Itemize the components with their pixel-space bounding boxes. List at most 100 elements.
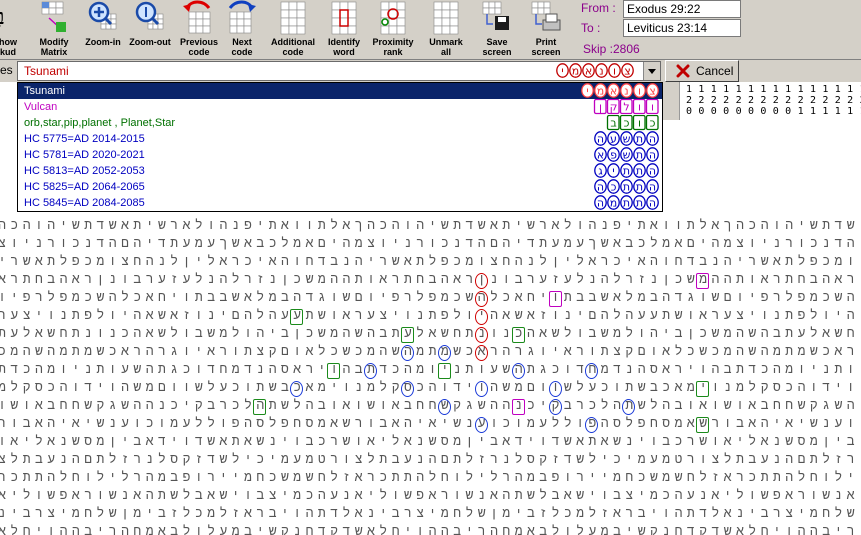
- matrix-letter[interactable]: ן: [820, 434, 832, 449]
- matrix-letter[interactable]: ו: [304, 218, 316, 233]
- matrix-letter[interactable]: ר: [673, 362, 685, 377]
- matrix-letter[interactable]: ם: [439, 452, 451, 467]
- matrix-letter[interactable]: פ: [611, 218, 623, 233]
- matrix-letter[interactable]: ל: [119, 290, 131, 305]
- matrix-letter[interactable]: ר: [796, 488, 808, 503]
- matrix-letter[interactable]: י: [537, 398, 549, 413]
- matrix-letter[interactable]: ל: [181, 524, 193, 535]
- matrix-letter[interactable]: ש: [636, 380, 648, 395]
- matrix-letter[interactable]: ו: [722, 416, 734, 431]
- matrix-letter[interactable]: ו: [808, 380, 820, 395]
- matrix-letter[interactable]: ב: [722, 362, 734, 377]
- matrix-letter[interactable]: י: [537, 290, 549, 305]
- matrix-letter[interactable]: ה: [599, 308, 611, 323]
- matrix-letter[interactable]: ז: [537, 506, 549, 521]
- matrix-letter[interactable]: ל: [586, 506, 598, 521]
- matrix-letter[interactable]: ן: [660, 272, 672, 287]
- matrix-letter[interactable]: ש: [808, 416, 820, 431]
- matrix-letter[interactable]: נ: [107, 326, 119, 341]
- matrix-letter[interactable]: ש: [599, 290, 611, 305]
- matrix-letter[interactable]: פ: [390, 290, 402, 305]
- matrix-letter[interactable]: ה: [144, 470, 156, 485]
- matrix-letter[interactable]: ח: [623, 470, 635, 485]
- matrix-letter[interactable]: מ: [45, 362, 57, 377]
- matrix-letter[interactable]: ה: [291, 290, 303, 305]
- matrix-letter[interactable]: מ: [636, 452, 648, 467]
- matrix-letter[interactable]: ו: [451, 488, 463, 503]
- matrix-letter[interactable]: ת: [21, 272, 33, 287]
- matrix-letter[interactable]: א: [759, 272, 771, 287]
- matrix-letter[interactable]: ל: [377, 488, 389, 503]
- matrix-letter[interactable]: מ: [574, 506, 586, 521]
- matrix-letter[interactable]: ד: [205, 362, 217, 377]
- matrix-letter[interactable]: י: [623, 452, 635, 467]
- matrix-letter[interactable]: ח: [771, 398, 783, 413]
- matrix-letter[interactable]: כ: [304, 488, 316, 503]
- matrix-letter[interactable]: ת: [783, 326, 795, 341]
- matrix-letter[interactable]: י: [832, 434, 844, 449]
- matrix-letter[interactable]: ל: [414, 290, 426, 305]
- matrix-letter[interactable]: כ: [746, 470, 758, 485]
- matrix-letter[interactable]: ה: [845, 308, 857, 323]
- matrix-letter[interactable]: י: [242, 452, 254, 467]
- matrix-letter[interactable]: ל: [832, 506, 844, 521]
- next-code-button[interactable]: Next code: [222, 0, 262, 60]
- previous-code-button[interactable]: Previous code: [176, 0, 222, 60]
- matrix-letter[interactable]: ז: [832, 452, 844, 467]
- matrix-letter[interactable]: כ: [168, 398, 180, 413]
- matrix-letter[interactable]: ח: [58, 326, 70, 341]
- matrix-letter[interactable]: ש: [205, 434, 217, 449]
- matrix-letter[interactable]: ה: [796, 380, 808, 395]
- matrix-letter[interactable]: א: [353, 488, 365, 503]
- matrix-letter[interactable]: נ: [267, 434, 279, 449]
- matrix-letter[interactable]: ך: [353, 218, 365, 233]
- matrix-letter[interactable]: א: [746, 398, 758, 413]
- matrix-letter[interactable]: ה: [709, 236, 721, 251]
- matrix-letter[interactable]: מ: [58, 344, 70, 359]
- matrix-letter[interactable]: ח: [685, 470, 697, 485]
- matrix-letter[interactable]: ד: [205, 452, 217, 467]
- matrix-letter[interactable]: ו: [181, 434, 193, 449]
- matrix-letter[interactable]: א: [611, 236, 623, 251]
- matrix-letter[interactable]: ב: [648, 290, 660, 305]
- matrix-letter[interactable]: ה: [328, 272, 340, 287]
- matrix-letter[interactable]: א: [845, 488, 857, 503]
- matrix-letter[interactable]: ק: [390, 380, 402, 395]
- matrix-letter[interactable]: כ: [8, 218, 20, 233]
- matrix-letter[interactable]: א: [131, 488, 143, 503]
- matrix-letter[interactable]: ב: [254, 488, 266, 503]
- matrix-letter[interactable]: ע: [119, 362, 131, 377]
- matrix-letter[interactable]: ל: [181, 488, 193, 503]
- matrix-letter[interactable]: ב: [586, 326, 598, 341]
- matrix-letter[interactable]: ש: [832, 290, 844, 305]
- matrix-letter[interactable]: כ: [685, 344, 697, 359]
- matrix-letter[interactable]: ר: [845, 524, 857, 535]
- matrix-letter[interactable]: ע: [722, 308, 734, 323]
- matrix-letter[interactable]: ל: [562, 326, 574, 341]
- matrix-letter[interactable]: ל: [574, 254, 586, 269]
- matrix-letter[interactable]: ל: [316, 344, 328, 359]
- matrix-letter[interactable]: י: [70, 362, 82, 377]
- matrix-letter[interactable]: ע: [586, 380, 598, 395]
- matrix-letter[interactable]: א: [734, 524, 746, 535]
- matrix-letter[interactable]: א: [832, 344, 844, 359]
- matrix-letter[interactable]: י: [168, 434, 180, 449]
- matrix-letter[interactable]: י: [365, 488, 377, 503]
- matrix-letter[interactable]: ע: [402, 452, 414, 467]
- matrix-letter[interactable]: ב: [168, 524, 180, 535]
- matrix-letter[interactable]: ו: [340, 452, 352, 467]
- matrix-letter[interactable]: ה: [144, 488, 156, 503]
- matrix-letter[interactable]: ש: [70, 218, 82, 233]
- matrix-letter[interactable]: א: [771, 254, 783, 269]
- matrix-letter[interactable]: ה: [365, 218, 377, 233]
- matrix-letter[interactable]: ו: [156, 416, 168, 431]
- matrix-letter[interactable]: ק: [537, 452, 549, 467]
- matrix-letter[interactable]: מ: [94, 254, 106, 269]
- matrix-letter[interactable]: ה: [660, 290, 672, 305]
- matrix-letter[interactable]: ל: [414, 326, 426, 341]
- matrix-letter[interactable]: א: [599, 434, 611, 449]
- matrix-letter[interactable]: י: [463, 524, 475, 535]
- matrix-letter[interactable]: א: [144, 290, 156, 305]
- identify-word-button[interactable]: Identify word: [321, 0, 367, 60]
- matrix-letter[interactable]: ר: [107, 524, 119, 535]
